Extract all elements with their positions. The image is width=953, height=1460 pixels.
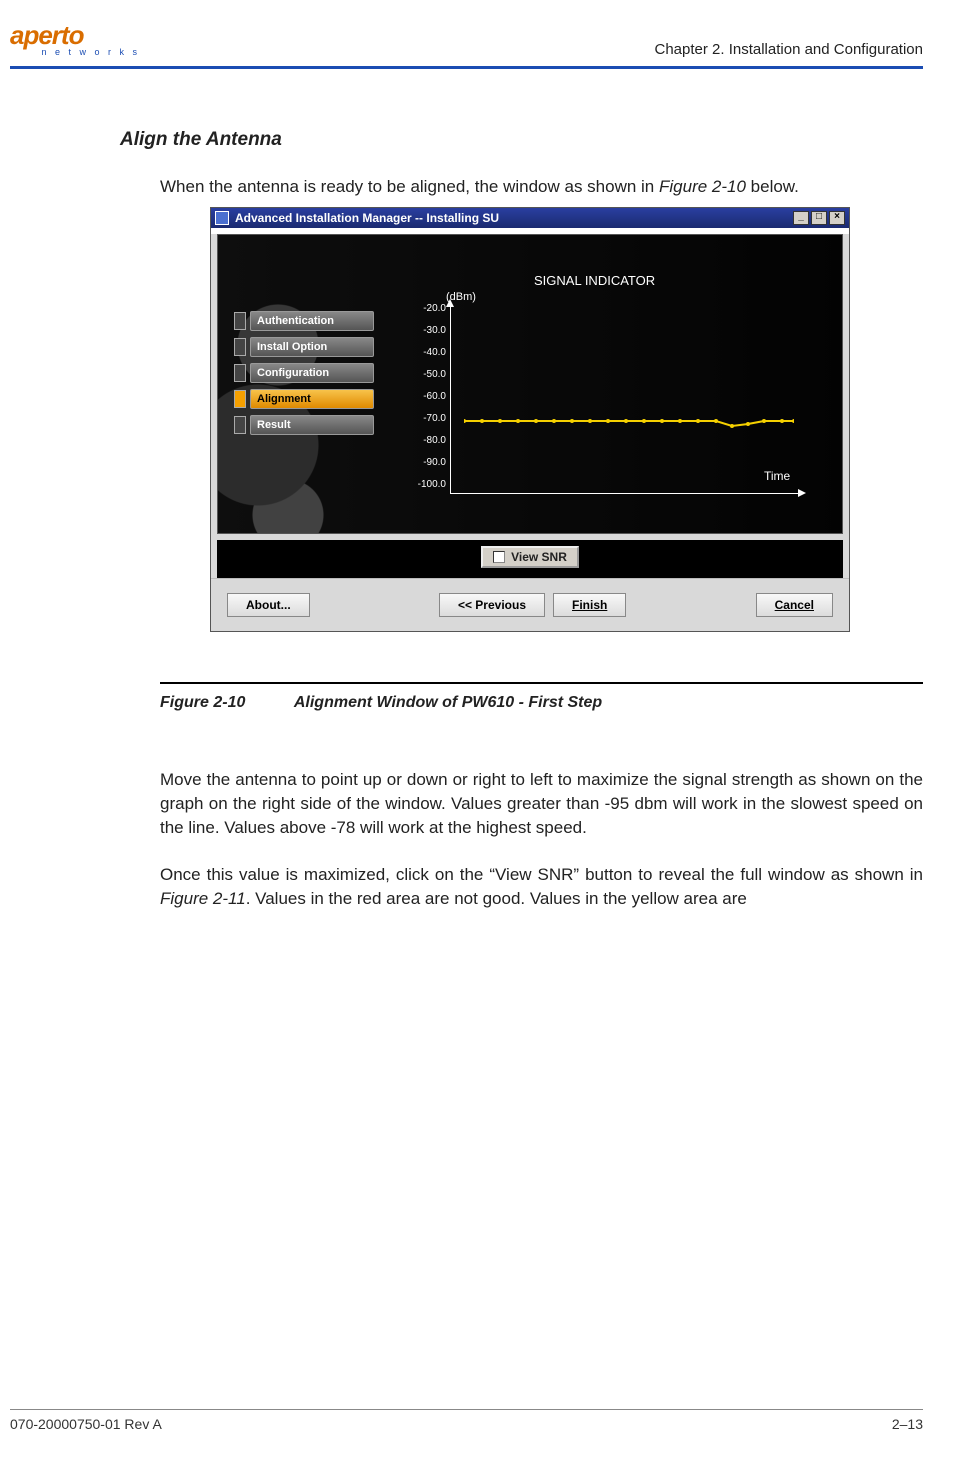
step-label: Authentication <box>250 311 374 331</box>
y-axis <box>450 305 451 493</box>
view-snr-label: View SNR <box>511 550 567 564</box>
step-marker <box>234 312 246 330</box>
step-result[interactable]: Result <box>234 415 374 435</box>
y-tick: -70.0 <box>416 413 446 435</box>
footer-right: 2–13 <box>892 1416 923 1432</box>
intro-paragraph: When the antenna is ready to be aligned,… <box>160 177 923 197</box>
view-snr-button[interactable]: View SNR <box>481 546 579 568</box>
minimize-button[interactable]: _ <box>793 211 809 225</box>
signal-chart: SIGNAL INDICATOR (dBm) -20.0 -30.0 -40.0… <box>404 235 824 533</box>
view-snr-row: View SNR <box>217 540 843 578</box>
x-axis <box>450 493 800 494</box>
cancel-button[interactable]: Cancel <box>756 593 833 617</box>
step-label: Alignment <box>250 389 374 409</box>
spacer <box>318 593 431 617</box>
app-main: Authentication Install Option Configurat… <box>217 234 843 534</box>
step-marker <box>234 364 246 382</box>
maximize-button[interactable]: □ <box>811 211 827 225</box>
para2-fig-ref: Figure 2-11 <box>160 889 246 908</box>
signal-trace <box>464 415 794 435</box>
para2-post: . Values in the red area are not good. V… <box>246 889 747 908</box>
intro-fig-ref: Figure 2-10 <box>659 177 746 196</box>
step-authentication[interactable]: Authentication <box>234 311 374 331</box>
figure-number: Figure 2-10 <box>160 694 290 712</box>
step-marker <box>234 416 246 434</box>
y-tick: -60.0 <box>416 391 446 413</box>
page-footer: 070-20000750-01 Rev A 2–13 <box>10 1409 923 1432</box>
y-tick: -30.0 <box>416 325 446 347</box>
section-heading: Align the Antenna <box>120 129 923 151</box>
intro-post: below. <box>746 177 799 196</box>
step-configuration[interactable]: Configuration <box>234 363 374 383</box>
figure-rule <box>160 682 923 684</box>
step-alignment[interactable]: Alignment <box>234 389 374 409</box>
body-paragraph-1: Move the antenna to point up or down or … <box>160 768 923 839</box>
y-tick: -20.0 <box>416 303 446 325</box>
spacer <box>634 593 747 617</box>
previous-button[interactable]: << Previous <box>439 593 545 617</box>
para2-pre: Once this value is maximized, click on t… <box>160 865 923 884</box>
chart-title: SIGNAL INDICATOR <box>534 273 655 288</box>
chapter-title: Chapter 2. Installation and Configuratio… <box>654 41 923 62</box>
step-marker <box>234 338 246 356</box>
logo: aperto n e t w o r k s <box>10 20 140 62</box>
window-title: Advanced Installation Manager -- Install… <box>235 211 499 225</box>
intro-pre: When the antenna is ready to be aligned,… <box>160 177 659 196</box>
step-label: Configuration <box>250 363 374 383</box>
y-ticks: -20.0 -30.0 -40.0 -50.0 -60.0 -70.0 -80.… <box>416 303 446 501</box>
screenshot-window: Advanced Installation Manager -- Install… <box>210 207 850 632</box>
body-paragraph-2: Once this value is maximized, click on t… <box>160 863 923 911</box>
y-tick: -40.0 <box>416 347 446 369</box>
window-icon <box>215 211 229 225</box>
view-snr-checkbox[interactable] <box>493 551 505 563</box>
step-label: Install Option <box>250 337 374 357</box>
y-tick: -50.0 <box>416 369 446 391</box>
step-install-option[interactable]: Install Option <box>234 337 374 357</box>
figure-caption: Figure 2-10 Alignment Window of PW610 - … <box>160 694 923 712</box>
step-label: Result <box>250 415 374 435</box>
y-tick: -80.0 <box>416 435 446 457</box>
y-tick: -100.0 <box>416 479 446 501</box>
about-button[interactable]: About... <box>227 593 310 617</box>
x-axis-label: Time <box>764 469 790 483</box>
app-body: Authentication Install Option Configurat… <box>211 234 849 631</box>
dialog-button-bar: About... << Previous Finish Cancel <box>211 578 849 631</box>
x-axis-arrow-icon <box>798 489 806 497</box>
footer-left: 070-20000750-01 Rev A <box>10 1416 162 1432</box>
finish-button[interactable]: Finish <box>553 593 626 617</box>
window-titlebar: Advanced Installation Manager -- Install… <box>211 208 849 228</box>
figure-title: Alignment Window of PW610 - First Step <box>294 694 602 711</box>
step-marker-active <box>234 390 246 408</box>
close-button[interactable]: × <box>829 211 845 225</box>
window-controls: _ □ × <box>793 211 845 225</box>
page-header: aperto n e t w o r k s Chapter 2. Instal… <box>10 20 923 69</box>
wizard-steps: Authentication Install Option Configurat… <box>234 311 374 533</box>
y-tick: -90.0 <box>416 457 446 479</box>
